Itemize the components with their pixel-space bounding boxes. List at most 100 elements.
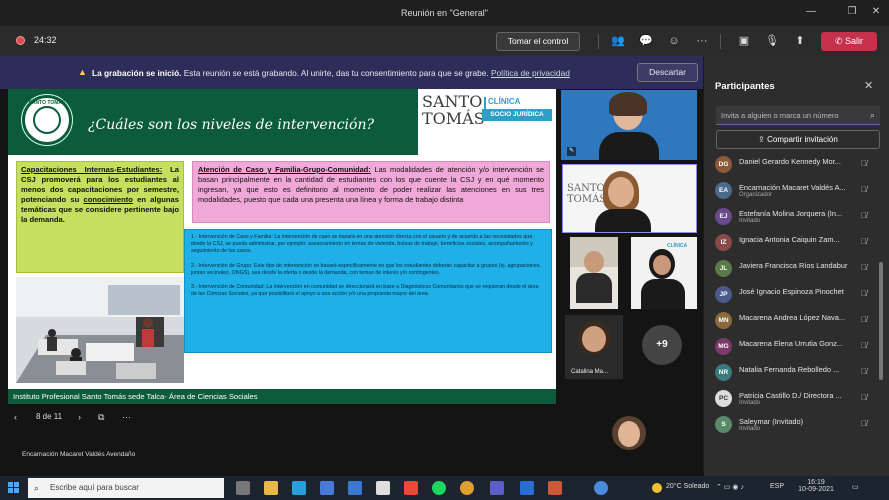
green-info-box: Capacitaciones Internas-Estudiantes: La … bbox=[16, 161, 184, 273]
slide-header: SANTO TOMÁS ¿Cuáles son los niveles de i… bbox=[8, 89, 418, 155]
logo-main: SANTO TOMÁS bbox=[422, 92, 485, 128]
participant-row[interactable]: IZ Ignacia Antonia Caiquin Zam... 🎙̸ bbox=[704, 232, 880, 254]
participant-row[interactable]: JP José Ignacio Espinoza Pinochet 🎙̸ bbox=[704, 284, 880, 306]
video-tile[interactable]: Catalina Ma... bbox=[565, 315, 623, 379]
camera-off-icon[interactable]: ▣ bbox=[735, 33, 753, 49]
participant-row[interactable]: MG Macarena Elena Urrutia Gonz... 🎙̸ bbox=[704, 336, 880, 358]
video-tile[interactable] bbox=[570, 237, 618, 309]
invite-input[interactable]: Invita a alguien o marca un número ⌕ bbox=[716, 106, 880, 125]
office-photo bbox=[16, 277, 184, 383]
participant-row[interactable]: DG Daniel Gerardo Kennedy Mor... 🎙̸ bbox=[704, 154, 880, 176]
minimize-icon[interactable]: — bbox=[803, 5, 819, 19]
video-tile[interactable]: CLÍNICA bbox=[631, 237, 697, 309]
mic-off-icon: 🎙̸ bbox=[861, 159, 867, 168]
mic-off-icon: 🎙̸ bbox=[861, 341, 867, 350]
windows-start-icon[interactable] bbox=[8, 482, 20, 494]
recording-icon bbox=[16, 36, 25, 45]
dismiss-button[interactable]: Descartar bbox=[637, 63, 698, 82]
avatar: MG bbox=[715, 338, 732, 355]
participant-row[interactable]: EJ Estefanía Molina Jorquera (In... Invita… bbox=[704, 206, 880, 228]
banner-bold: La grabación se inició. bbox=[92, 68, 182, 78]
more-options-icon[interactable]: ··· bbox=[693, 33, 711, 49]
mic-off-icon: 🎙̸ bbox=[861, 419, 867, 428]
mic-off-icon: 🎙̸ bbox=[861, 211, 867, 220]
participant-face bbox=[608, 177, 634, 207]
mail-icon[interactable] bbox=[320, 481, 334, 495]
spotify-icon[interactable] bbox=[432, 481, 446, 495]
participant-face bbox=[582, 326, 606, 352]
video-tile[interactable]: ✎ bbox=[561, 90, 697, 160]
close-icon[interactable]: ✕ bbox=[868, 5, 884, 19]
take-control-button[interactable]: Tomar el control bbox=[496, 32, 580, 51]
santo-tomas-seal-icon: SANTO TOMÁS bbox=[21, 94, 73, 146]
avatar: EJ bbox=[715, 208, 732, 225]
participant-name: José Ignacio Espinoza Pinochet bbox=[739, 287, 844, 296]
reactions-icon[interactable]: ☺ bbox=[665, 33, 683, 49]
clock[interactable]: 16:19 10-09-2021 bbox=[796, 479, 836, 493]
more-icon[interactable]: ··· bbox=[122, 412, 131, 422]
participant-body bbox=[599, 132, 659, 160]
more-participants-button[interactable]: +9 bbox=[642, 325, 682, 365]
app-icon[interactable] bbox=[594, 481, 608, 495]
pop-out-icon[interactable]: ⧉ bbox=[98, 412, 104, 423]
share-invite-button[interactable]: ⇪ Compartir invitación bbox=[716, 130, 880, 149]
banner-message: Esta reunión se está grabando. Al unirte… bbox=[183, 68, 489, 78]
participant-role: Invitado bbox=[739, 400, 761, 406]
maximize-icon[interactable]: ❐ bbox=[844, 5, 860, 19]
teams-icon[interactable] bbox=[490, 481, 504, 495]
file-explorer-icon[interactable] bbox=[264, 481, 278, 495]
participant-avatar[interactable] bbox=[612, 416, 646, 450]
word-icon[interactable] bbox=[520, 481, 534, 495]
prev-slide-icon[interactable]: ‹ bbox=[14, 412, 17, 422]
avatar: NR bbox=[715, 364, 732, 381]
presenter-name: Encarnación Macaret Valdés Avendaño bbox=[22, 451, 136, 458]
close-panel-icon[interactable]: ✕ bbox=[864, 79, 873, 92]
notifications-icon[interactable]: ▭ bbox=[852, 483, 859, 491]
clinic-logo: SANTO TOMÁS CLÍNICA SOCIO JURÍDICA bbox=[418, 89, 556, 155]
taskbar-search-placeholder: Escribe aquí para buscar bbox=[50, 483, 139, 492]
chat-icon[interactable]: 💬 bbox=[637, 33, 655, 49]
share-screen-icon[interactable]: ⬆ bbox=[791, 33, 809, 49]
taskbar-search-input[interactable]: ⌕ Escribe aquí para buscar bbox=[28, 478, 224, 498]
participant-name: Natalia Fernanda Rebolledo ... bbox=[739, 365, 840, 374]
task-view-icon[interactable] bbox=[236, 481, 250, 495]
slide-footer: Instituto Profesional Santo Tomás sede T… bbox=[8, 389, 556, 404]
avatar: EA bbox=[715, 182, 732, 199]
participant-row[interactable]: MN Macarena Andrea López Nava... 🎙̸ bbox=[704, 310, 880, 332]
app-icon[interactable] bbox=[376, 481, 390, 495]
tray-icons[interactable]: ⌃ ▭ ◉ ♪ bbox=[716, 483, 744, 491]
powerpoint-icon[interactable] bbox=[548, 481, 562, 495]
share-icon: ⇪ bbox=[758, 135, 768, 144]
participant-role: Invitado bbox=[739, 426, 761, 432]
avatar: JL bbox=[715, 260, 732, 277]
participant-row[interactable]: PC Patricia Castillo D./ Directora ... Inv… bbox=[704, 388, 880, 410]
chrome-icon[interactable] bbox=[460, 481, 474, 495]
language-indicator[interactable]: ESP bbox=[770, 483, 784, 490]
participant-row[interactable]: S Saleymar (Invitado) Invitado 🎙̸ bbox=[704, 414, 880, 436]
participant-row[interactable]: NR Natalia Fernanda Rebolledo ... 🎙̸ bbox=[704, 362, 880, 384]
participant-row[interactable]: JL Javiera Francisca Ríos Landabur 🎙̸ bbox=[704, 258, 880, 280]
dropbox-icon[interactable] bbox=[348, 481, 362, 495]
search-icon: ⌕ bbox=[34, 483, 40, 493]
leave-button[interactable]: ✆ Salir bbox=[821, 32, 877, 51]
next-slide-icon[interactable]: › bbox=[78, 412, 81, 422]
participants-icon[interactable]: 👥 bbox=[609, 33, 627, 49]
slide-page-counter: 8 de 11 bbox=[36, 412, 63, 421]
app-icon[interactable] bbox=[404, 481, 418, 495]
toolbar-divider bbox=[720, 34, 721, 49]
meeting-stage: SANTO TOMÁS ¿Cuáles son los niveles de i… bbox=[0, 89, 703, 500]
mic-off-icon: 🎙̸ bbox=[861, 393, 867, 402]
participant-row[interactable]: EA Encarnación Macaret Valdés A... Organiz… bbox=[704, 180, 880, 202]
blue-info-box: 1.- Intervención de Caso y Familia: La i… bbox=[184, 229, 552, 353]
participant-face bbox=[618, 421, 640, 447]
avatar: JP bbox=[715, 286, 732, 303]
clock-time: 16:19 bbox=[807, 479, 825, 486]
participants-scrollbar[interactable] bbox=[879, 262, 883, 380]
participant-name: Saleymar (Invitado) bbox=[739, 417, 804, 426]
background-logo: SANTO TOMÁS bbox=[567, 183, 607, 205]
slide-title: ¿Cuáles son los niveles de intervención? bbox=[88, 117, 374, 133]
mic-off-icon[interactable]: 🎙 bbox=[763, 33, 781, 49]
privacy-link[interactable]: Política de privacidad bbox=[491, 68, 570, 78]
edge-icon[interactable] bbox=[292, 481, 306, 495]
video-tile-selected[interactable]: SANTO TOMÁS bbox=[562, 164, 697, 233]
